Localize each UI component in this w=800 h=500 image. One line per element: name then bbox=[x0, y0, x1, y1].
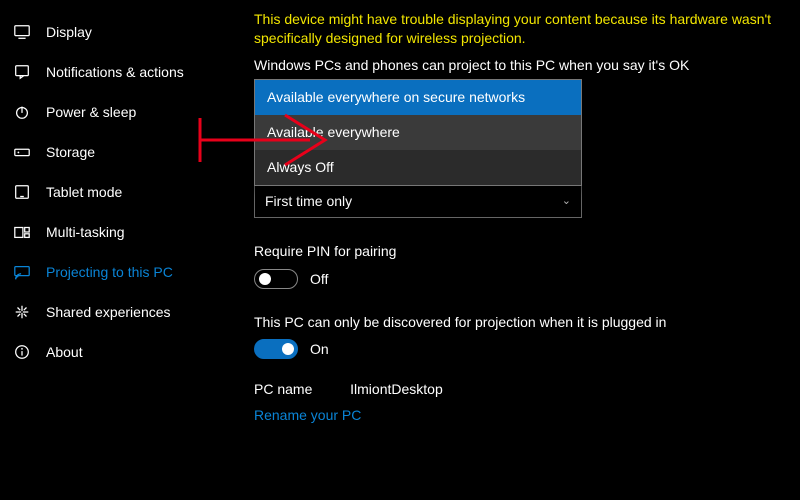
chevron-down-icon: ⌄ bbox=[562, 194, 571, 207]
project-permission-label: Windows PCs and phones can project to th… bbox=[254, 56, 796, 75]
sidebar-item-about[interactable]: About bbox=[0, 332, 250, 372]
sidebar-item-shared-experiences[interactable]: Shared experiences bbox=[0, 292, 250, 332]
sidebar-item-label: Tablet mode bbox=[46, 184, 122, 200]
discover-plugged-toggle[interactable] bbox=[254, 339, 298, 359]
require-pin-label: Require PIN for pairing bbox=[254, 242, 796, 261]
dropdown-option-everywhere[interactable]: Available everywhere bbox=[255, 115, 581, 150]
display-icon bbox=[12, 22, 32, 42]
settings-sidebar: Display Notifications & actions Power & … bbox=[0, 0, 250, 500]
sidebar-item-label: Multi-tasking bbox=[46, 224, 125, 240]
sidebar-item-projecting[interactable]: Projecting to this PC bbox=[0, 252, 250, 292]
projecting-icon bbox=[12, 262, 32, 282]
ask-dropdown-value: First time only bbox=[265, 193, 352, 209]
pc-name-label: PC name bbox=[254, 381, 312, 397]
sidebar-item-label: Storage bbox=[46, 144, 95, 160]
sidebar-item-label: Projecting to this PC bbox=[46, 264, 173, 280]
sidebar-item-label: Notifications & actions bbox=[46, 64, 184, 80]
sidebar-item-display[interactable]: Display bbox=[0, 12, 250, 52]
pc-name-value: IlmiontDesktop bbox=[350, 381, 443, 397]
content-pane: This device might have trouble displayin… bbox=[250, 0, 800, 500]
notifications-icon bbox=[12, 62, 32, 82]
require-pin-state: Off bbox=[310, 271, 328, 287]
sidebar-item-power-sleep[interactable]: Power & sleep bbox=[0, 92, 250, 132]
require-pin-toggle[interactable] bbox=[254, 269, 298, 289]
ask-to-project-dropdown[interactable]: First time only ⌄ bbox=[254, 184, 582, 218]
sidebar-item-label: Power & sleep bbox=[46, 104, 136, 120]
sidebar-item-label: Shared experiences bbox=[46, 304, 171, 320]
sidebar-item-label: About bbox=[46, 344, 83, 360]
sidebar-item-label: Display bbox=[46, 24, 92, 40]
multitasking-icon bbox=[12, 222, 32, 242]
shared-icon bbox=[12, 302, 32, 322]
sidebar-item-multitasking[interactable]: Multi-tasking bbox=[0, 212, 250, 252]
sidebar-item-storage[interactable]: Storage bbox=[0, 132, 250, 172]
pc-name-row: PC name IlmiontDesktop bbox=[254, 381, 796, 397]
rename-pc-link[interactable]: Rename your PC bbox=[254, 407, 361, 423]
about-icon bbox=[12, 342, 32, 362]
tablet-icon bbox=[12, 182, 32, 202]
sidebar-item-tablet-mode[interactable]: Tablet mode bbox=[0, 172, 250, 212]
sidebar-item-notifications[interactable]: Notifications & actions bbox=[0, 52, 250, 92]
storage-icon bbox=[12, 142, 32, 162]
dropdown-option-secure[interactable]: Available everywhere on secure networks bbox=[255, 80, 581, 115]
power-icon bbox=[12, 102, 32, 122]
discover-plugged-label: This PC can only be discovered for proje… bbox=[254, 313, 796, 332]
hardware-warning: This device might have trouble displayin… bbox=[254, 10, 796, 48]
dropdown-option-off[interactable]: Always Off bbox=[255, 150, 581, 185]
project-permission-dropdown-open[interactable]: Available everywhere on secure networks … bbox=[254, 79, 582, 186]
discover-plugged-state: On bbox=[310, 341, 329, 357]
